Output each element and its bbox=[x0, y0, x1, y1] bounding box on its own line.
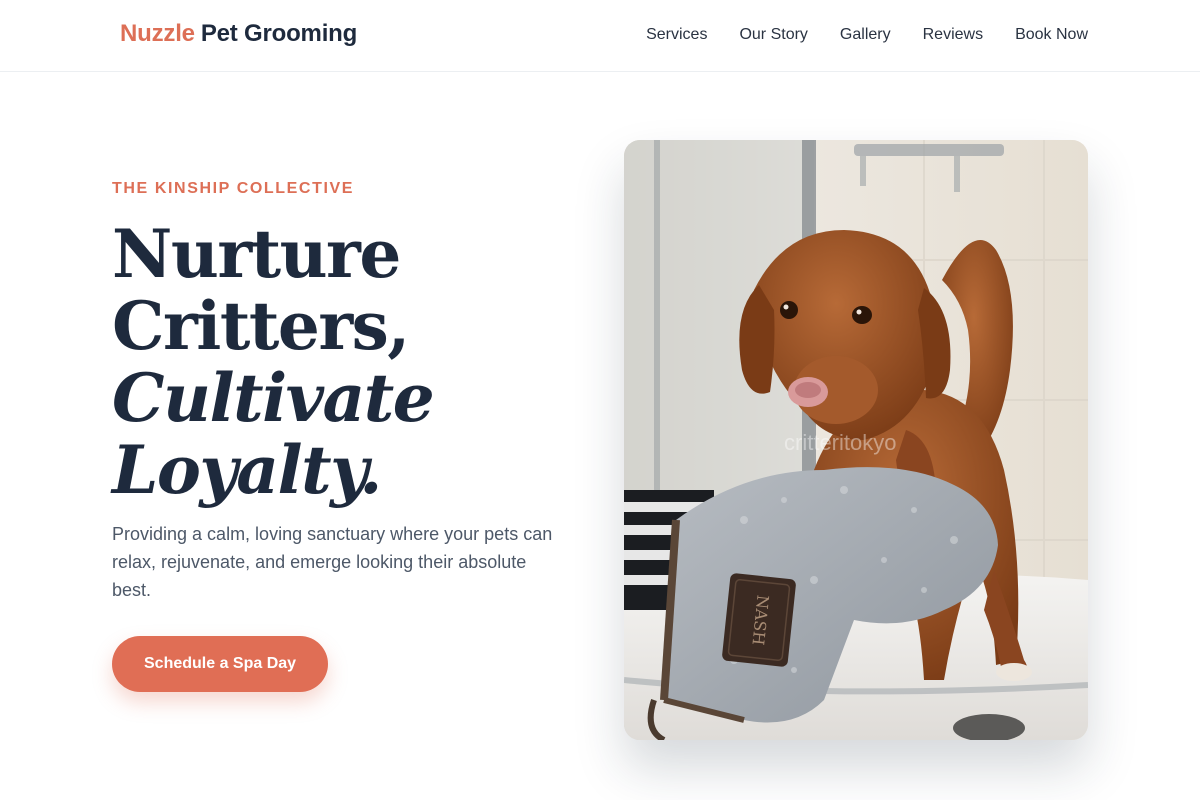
nav-link-reviews[interactable]: Reviews bbox=[923, 26, 983, 44]
hero-dog-photo: NASH critteritokyo bbox=[624, 140, 1088, 740]
hero-headline: Nurture Critters, Cultivate Loyalty. bbox=[112, 218, 572, 506]
headline-line-1: Nurture bbox=[112, 215, 401, 293]
schedule-spa-day-button[interactable]: Schedule a Spa Day bbox=[112, 636, 329, 692]
nav-link-our-story[interactable]: Our Story bbox=[739, 26, 807, 44]
nav-link-services[interactable]: Services bbox=[646, 26, 707, 44]
brand-logo[interactable]: Nuzzle Pet Grooming bbox=[120, 20, 357, 48]
hero-eyebrow: THE KINSHIP COLLECTIVE bbox=[112, 180, 355, 197]
hero-subtext: Providing a calm, loving sanctuary where… bbox=[112, 524, 553, 600]
site-header: Nuzzle Pet Grooming Services Our Story Ga… bbox=[0, 0, 1200, 72]
logo-rest-text: Pet Grooming bbox=[200, 20, 358, 47]
hero-text-section: THE KINSHIP COLLECTIVE Nurture Critters,… bbox=[112, 180, 572, 692]
main-nav: Services Our Story Gallery Reviews Book … bbox=[646, 26, 1088, 44]
headline-line-4: Loyalty. bbox=[112, 431, 382, 509]
headline-line-3: Cultivate bbox=[112, 359, 435, 437]
logo-accent-text: Nuzzle bbox=[120, 20, 195, 47]
nav-link-gallery[interactable]: Gallery bbox=[840, 26, 891, 44]
nav-link-book-now[interactable]: Book Now bbox=[1015, 26, 1088, 44]
headline-line-2: Critters, bbox=[112, 287, 410, 365]
photo-watermark: critteritokyo bbox=[784, 430, 897, 455]
